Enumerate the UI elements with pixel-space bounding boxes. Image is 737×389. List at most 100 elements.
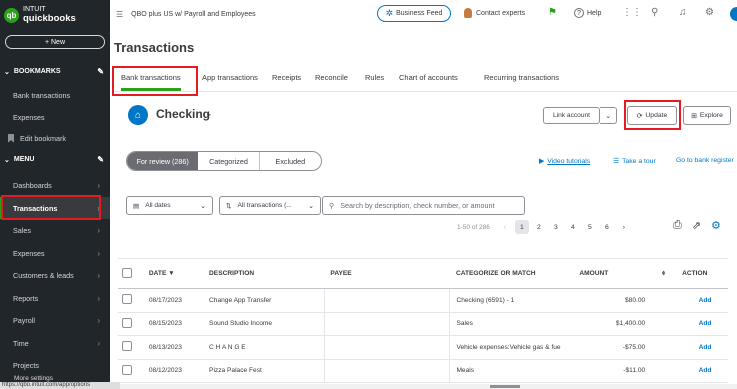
for-review-toggle[interactable]: For review (286) xyxy=(127,152,199,170)
gear-icon[interactable]: ⚙ xyxy=(711,219,721,232)
category-cell[interactable]: Meals xyxy=(449,359,574,383)
megaphone-icon[interactable]: ⚑ xyxy=(548,7,557,18)
menu-header[interactable]: ⌄ MENU ✎ xyxy=(4,155,104,164)
chevron-down-icon[interactable]: ⌄ xyxy=(205,108,213,119)
add-button[interactable]: Add xyxy=(676,359,728,383)
page-3[interactable]: 3 xyxy=(549,220,563,234)
scrollbar-thumb[interactable] xyxy=(490,385,520,388)
help-button[interactable]: ? Help xyxy=(574,8,601,18)
sidebar-edit-bookmark[interactable]: Edit bookmark xyxy=(0,127,110,149)
category-header[interactable]: CATEGORIZE OR MATCH xyxy=(449,258,574,289)
category-cell[interactable]: Checking (6591) - 1 xyxy=(449,288,574,313)
next-page-button[interactable]: › xyxy=(617,220,631,234)
sidebar-bookmark-expenses[interactable]: Expenses xyxy=(0,106,110,128)
print-icon[interactable]: ⎙ xyxy=(673,219,682,232)
account-name[interactable]: Checking xyxy=(156,107,210,121)
row-checkbox[interactable] xyxy=(122,294,132,305)
more-settings-link[interactable]: More settings xyxy=(14,375,53,382)
bookmarks-header[interactable]: ⌄ BOOKMARKS ✎ xyxy=(4,67,104,76)
sidebar-item-projects[interactable]: Projects xyxy=(0,354,110,376)
collapse-menu-icon[interactable]: ☰ xyxy=(116,10,123,19)
categorized-toggle[interactable]: Categorized xyxy=(198,152,260,170)
horizontal-scrollbar[interactable] xyxy=(120,384,737,389)
table-row[interactable]: 08/17/2023 Change App Transfer Checking … xyxy=(118,288,728,313)
category-cell[interactable]: Vehicle expenses:Vehicle gas & fue xyxy=(449,335,574,360)
payee-cell[interactable] xyxy=(323,312,451,336)
highlight-update-button xyxy=(624,100,681,130)
search-input[interactable]: ⚲ Search by description, check number, or… xyxy=(322,196,525,215)
new-button[interactable]: + New xyxy=(5,35,105,49)
page-1[interactable]: 1 xyxy=(514,220,529,234)
attachment-cell xyxy=(651,359,677,383)
notifications-icon[interactable]: ♫ xyxy=(679,7,687,18)
transaction-filter-dropdown[interactable]: ⇅ All transactions (... ⌄ xyxy=(219,196,321,215)
chevron-down-icon: ⌄ xyxy=(4,156,10,164)
page-5[interactable]: 5 xyxy=(583,220,597,234)
sidebar-item-expenses[interactable]: Expenses › xyxy=(0,242,110,264)
sidebar-bookmark-bank-transactions[interactable]: Bank transactions xyxy=(0,84,110,106)
business-feed-button[interactable]: ✲ Business Feed xyxy=(377,5,451,22)
sidebar-item-payroll[interactable]: Payroll › xyxy=(0,309,110,331)
row-checkbox[interactable] xyxy=(122,341,132,352)
sidebar-item-dashboards[interactable]: Dashboards › xyxy=(0,174,110,196)
review-status-toggle: For review (286) Categorized Excluded xyxy=(126,151,322,171)
contact-experts-button[interactable]: Contact experts xyxy=(464,8,525,18)
profile-avatar[interactable] xyxy=(730,7,737,21)
page-4[interactable]: 4 xyxy=(566,220,580,234)
video-tutorials-link[interactable]: ▶ Video tutorials xyxy=(539,157,590,166)
table-row[interactable]: 08/13/2023 C H A N G E Vehicle expenses:… xyxy=(118,335,728,360)
table-row[interactable]: 08/12/2023 Pizza Palace Fest Meals -$11.… xyxy=(118,359,728,383)
go-to-bank-register-link[interactable]: Go to bank register xyxy=(676,157,734,164)
pencil-icon[interactable]: ✎ xyxy=(97,155,104,164)
tab-app-transactions[interactable]: App transactions xyxy=(202,73,258,82)
pencil-icon[interactable]: ✎ xyxy=(97,67,104,76)
page-2[interactable]: 2 xyxy=(532,220,546,234)
quickbooks-logo[interactable]: qb INTUIT quickbooks xyxy=(4,6,76,24)
take-tour-link[interactable]: ☰ Take a tour xyxy=(613,157,656,166)
tab-recurring-transactions[interactable]: Recurring transactions xyxy=(484,73,559,82)
expert-avatar xyxy=(464,8,472,18)
payee-cell[interactable] xyxy=(323,288,451,313)
add-button[interactable]: Add xyxy=(676,335,728,360)
tab-receipts[interactable]: Receipts xyxy=(272,73,301,82)
sidebar-item-sales[interactable]: Sales › xyxy=(0,219,110,241)
sidebar-item-label: Payroll xyxy=(13,315,35,325)
payee-header[interactable]: PAYEE xyxy=(324,258,450,289)
prev-page-button[interactable]: ‹ xyxy=(498,220,512,234)
tab-reconcile[interactable]: Reconcile xyxy=(315,73,348,82)
payee-cell[interactable] xyxy=(323,359,451,383)
chevron-down-icon: ⌄ xyxy=(308,202,314,210)
add-button[interactable]: Add xyxy=(676,312,728,336)
page-title: Transactions xyxy=(114,40,195,55)
link-account-button[interactable]: Link account xyxy=(543,107,600,124)
table-row[interactable]: 08/15/2023 Sound Studio Income Sales $1,… xyxy=(118,312,728,336)
tab-chart-of-accounts[interactable]: Chart of accounts xyxy=(399,73,458,82)
row-checkbox[interactable] xyxy=(122,364,132,375)
highlight-bank-transactions-tab xyxy=(112,66,198,96)
description-header[interactable]: DESCRIPTION xyxy=(203,258,325,289)
row-checkbox[interactable] xyxy=(122,317,132,328)
search-icon[interactable]: ⚲ xyxy=(651,7,658,18)
apps-grid-icon[interactable]: ⋮⋮ xyxy=(622,7,642,18)
add-button[interactable]: Add xyxy=(676,288,728,313)
payee-cell[interactable] xyxy=(323,335,451,360)
sidebar-item-customers-leads[interactable]: Customers & leads › xyxy=(0,264,110,286)
excluded-toggle[interactable]: Excluded xyxy=(260,152,321,170)
tab-rules[interactable]: Rules xyxy=(365,73,384,82)
settings-icon[interactable]: ⚙ xyxy=(705,7,714,18)
select-all-checkbox[interactable] xyxy=(122,267,132,278)
chevron-down-icon: ⌄ xyxy=(605,112,611,120)
link-account-dropdown[interactable]: ⌄ xyxy=(600,107,617,124)
logo-line1: INTUIT xyxy=(23,6,46,13)
date-header[interactable]: DATE ▼ xyxy=(142,258,204,289)
description-cell: C H A N G E xyxy=(203,335,325,360)
category-cell[interactable]: Sales xyxy=(449,312,574,336)
explore-button[interactable]: ⊞ Explore xyxy=(683,106,731,125)
amount-header[interactable]: AMOUNT xyxy=(573,258,652,289)
export-icon[interactable]: ⇗ xyxy=(692,219,701,232)
sidebar-item-time[interactable]: Time › xyxy=(0,332,110,354)
sidebar-item-label: Expenses xyxy=(13,248,45,258)
date-filter-dropdown[interactable]: ▤ All dates ⌄ xyxy=(126,196,213,215)
page-6[interactable]: 6 xyxy=(600,220,614,234)
sidebar-item-reports[interactable]: Reports › xyxy=(0,287,110,309)
